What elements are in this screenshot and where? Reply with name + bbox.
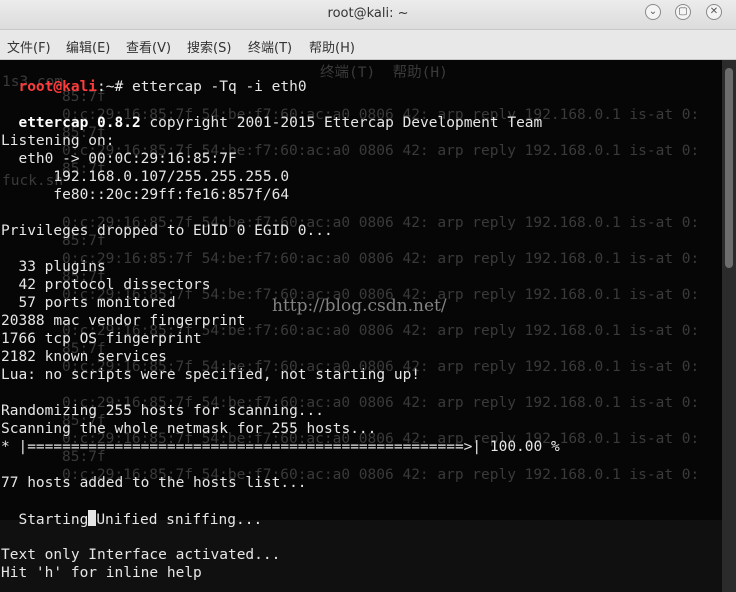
banner-version: ettercap 0.8.2 xyxy=(18,115,141,131)
menu-view[interactable]: 查看(V) xyxy=(126,37,171,56)
randomizing-line: Randomizing 255 hosts for scanning... xyxy=(1,403,325,419)
menu-terminal[interactable]: 终端(T) xyxy=(248,37,292,56)
ipv6-line: fe80::20c:29ff:fe16:857f/64 xyxy=(1,187,290,203)
interface-line: eth0 -> 00:0C:29:16:85:7F xyxy=(1,151,237,167)
window-titlebar: root@kali: ~ ⌄ ▢ ✕ xyxy=(0,0,736,30)
prompt-user: root@kali xyxy=(18,79,98,95)
starting-prefix: Starting xyxy=(18,512,89,528)
terminal-scrollbar[interactable] xyxy=(722,60,736,592)
watermark-text: http://blog.csdn.net/ xyxy=(272,296,447,316)
ghost-menu-text: 终端(T) 帮助(H) xyxy=(320,65,448,81)
scanning-line: Scanning the whole netmask for 255 hosts… xyxy=(1,421,377,437)
dissectors-line: 42 protocol dissectors xyxy=(1,277,211,293)
banner-copyright: copyright 2001-2015 Ettercap Development… xyxy=(140,115,543,131)
privileges-line: Privileges dropped to EUID 0 EGID 0... xyxy=(1,223,333,239)
services-line: 2182 known services xyxy=(1,349,167,365)
scrollbar-thumb[interactable] xyxy=(725,68,733,268)
listening-line: Listening on: xyxy=(1,133,115,149)
mac-vendor-line: 20388 mac vendor fingerprint xyxy=(1,313,246,329)
starting-line: Starting Unified sniffing... xyxy=(1,492,262,529)
text-only-line: Text only Interface activated... xyxy=(1,547,281,563)
plugins-line: 33 plugins xyxy=(1,259,106,275)
menu-search[interactable]: 搜索(S) xyxy=(187,37,231,56)
prompt-line: root@kali:~# ettercap -Tq -i eth0 xyxy=(1,60,307,96)
menu-bar: 文件(F) 编辑(E) 查看(V) 搜索(S) 终端(T) 帮助(H) xyxy=(0,30,736,60)
hosts-added-line: 77 hosts added to the hosts list... xyxy=(1,475,307,491)
minimize-button[interactable]: ⌄ xyxy=(645,4,661,20)
lua-line: Lua: no scripts were specified, not star… xyxy=(1,367,421,383)
tcp-os-line: 1766 tcp OS fingerprint xyxy=(1,331,202,347)
prompt-command: :~# ettercap -Tq -i eth0 xyxy=(97,79,307,95)
help-hint-line: Hit 'h' for inline help xyxy=(1,565,202,581)
close-button[interactable]: ✕ xyxy=(706,4,722,20)
ports-line: 57 ports monitored xyxy=(1,295,176,311)
starting-rest: Unified sniffing... xyxy=(96,512,263,528)
menu-file[interactable]: 文件(F) xyxy=(7,37,51,56)
progress-bar-line: * |=====================================… xyxy=(1,439,560,455)
ghost-arp-line: 0:c:29:16:85:7f 54:be:f7:60:ac:a0 0806 4… xyxy=(62,251,700,267)
ipv4-line: 192.168.0.107/255.255.255.0 xyxy=(1,169,290,185)
window-title: root@kali: ~ xyxy=(327,6,409,21)
maximize-button[interactable]: ▢ xyxy=(675,4,691,20)
menu-help[interactable]: 帮助(H) xyxy=(309,37,355,56)
banner-line: ettercap 0.8.2 copyright 2001-2015 Etter… xyxy=(1,96,542,132)
menu-edit[interactable]: 编辑(E) xyxy=(66,37,110,56)
